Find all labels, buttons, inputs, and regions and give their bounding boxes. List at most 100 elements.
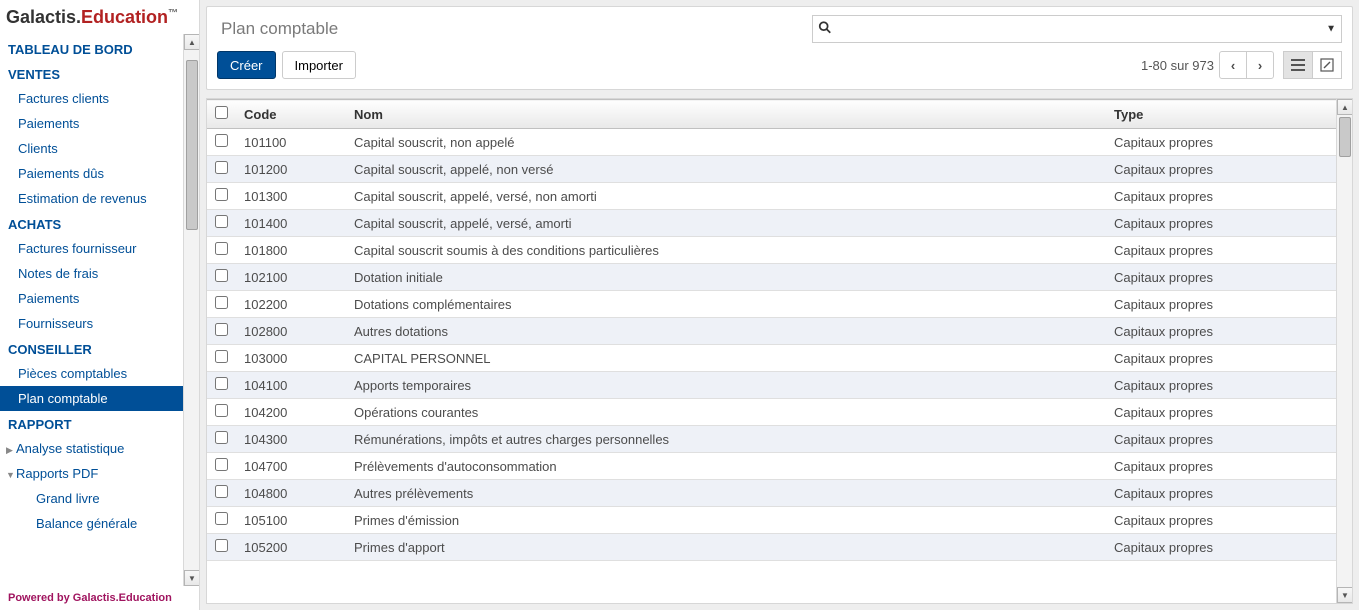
cell-name: Prélèvements d'autoconsommation — [346, 453, 1106, 480]
create-button[interactable]: Créer — [217, 51, 276, 79]
table-row[interactable]: 101200Capital souscrit, appelé, non vers… — [207, 156, 1336, 183]
sidebar-item-paiements-dus[interactable]: Paiements dûs — [0, 161, 199, 186]
table-row[interactable]: 103000CAPITAL PERSONNELCapitaux propres — [207, 345, 1336, 372]
sidebar-item-balance-generale[interactable]: Balance générale — [0, 511, 199, 536]
sidebar-item-estimation-revenus[interactable]: Estimation de revenus — [0, 186, 199, 211]
scroll-down-icon[interactable]: ▼ — [184, 570, 199, 586]
row-checkbox[interactable] — [215, 188, 228, 201]
row-select-cell — [207, 345, 236, 372]
row-checkbox[interactable] — [215, 269, 228, 282]
pager-next-button[interactable]: › — [1246, 51, 1274, 79]
scroll-up-icon[interactable]: ▲ — [1337, 99, 1353, 115]
nav-heading-dashboard[interactable]: TABLEAU DE BORD — [0, 36, 199, 61]
row-checkbox[interactable] — [215, 323, 228, 336]
table-row[interactable]: 104100Apports temporairesCapitaux propre… — [207, 372, 1336, 399]
column-header-type[interactable]: Type — [1106, 100, 1336, 129]
cell-code: 101200 — [236, 156, 346, 183]
table-row[interactable]: 102200Dotations complémentairesCapitaux … — [207, 291, 1336, 318]
caret-down-icon: ▼ — [6, 470, 16, 480]
cell-type: Capitaux propres — [1106, 291, 1336, 318]
cell-name: Dotations complémentaires — [346, 291, 1106, 318]
table-row[interactable]: 101100Capital souscrit, non appeléCapita… — [207, 129, 1336, 156]
import-button[interactable]: Importer — [282, 51, 356, 79]
table-row[interactable]: 104200Opérations courantesCapitaux propr… — [207, 399, 1336, 426]
scrollbar-thumb[interactable] — [186, 60, 198, 230]
row-select-cell — [207, 318, 236, 345]
row-checkbox[interactable] — [215, 296, 228, 309]
table-row[interactable]: 101300Capital souscrit, appelé, versé, n… — [207, 183, 1336, 210]
sidebar-item-label: Analyse statistique — [16, 441, 124, 456]
sidebar-item-plan-comptable[interactable]: Plan comptable — [0, 386, 199, 411]
row-select-cell — [207, 453, 236, 480]
sidebar-item-grand-livre[interactable]: Grand livre — [0, 486, 199, 511]
row-checkbox[interactable] — [215, 215, 228, 228]
control-panel: Plan comptable ▼ Créer Importer 1-80 sur… — [206, 6, 1353, 90]
cell-name: Primes d'émission — [346, 507, 1106, 534]
sidebar-item-paiements-ventes[interactable]: Paiements — [0, 111, 199, 136]
search-dropdown-icon[interactable]: ▼ — [1326, 24, 1336, 35]
sidebar-item-factures-clients[interactable]: Factures clients — [0, 86, 199, 111]
row-checkbox[interactable] — [215, 161, 228, 174]
row-checkbox[interactable] — [215, 539, 228, 552]
table-row[interactable]: 104700Prélèvements d'autoconsommationCap… — [207, 453, 1336, 480]
sidebar-item-rapports-pdf[interactable]: ▼Rapports PDF — [0, 461, 199, 486]
table-row[interactable]: 104800Autres prélèvementsCapitaux propre… — [207, 480, 1336, 507]
sidebar: Galactis.Education™ TABLEAU DE BORD VENT… — [0, 0, 200, 610]
scroll-up-icon[interactable]: ▲ — [184, 34, 199, 50]
sidebar-item-label: Rapports PDF — [16, 466, 98, 481]
cell-type: Capitaux propres — [1106, 453, 1336, 480]
sidebar-item-factures-fournisseur[interactable]: Factures fournisseur — [0, 236, 199, 261]
search-input[interactable] — [812, 15, 1342, 43]
scroll-down-icon[interactable]: ▼ — [1337, 587, 1353, 603]
cell-type: Capitaux propres — [1106, 156, 1336, 183]
row-select-cell — [207, 507, 236, 534]
row-checkbox[interactable] — [215, 350, 228, 363]
row-checkbox[interactable] — [215, 377, 228, 390]
cell-code: 104700 — [236, 453, 346, 480]
table-scrollbar[interactable]: ▲ ▼ — [1336, 99, 1352, 603]
table-row[interactable]: 101800Capital souscrit soumis à des cond… — [207, 237, 1336, 264]
row-checkbox[interactable] — [215, 485, 228, 498]
sidebar-item-fournisseurs[interactable]: Fournisseurs — [0, 311, 199, 336]
row-checkbox[interactable] — [215, 134, 228, 147]
select-all-checkbox[interactable] — [215, 106, 228, 119]
cell-type: Capitaux propres — [1106, 264, 1336, 291]
view-list-button[interactable] — [1283, 51, 1313, 79]
footer-powered-by[interactable]: Powered by Galactis.Education — [0, 586, 199, 610]
row-select-cell — [207, 183, 236, 210]
cell-type: Capitaux propres — [1106, 426, 1336, 453]
row-checkbox[interactable] — [215, 431, 228, 444]
row-checkbox[interactable] — [215, 512, 228, 525]
scrollbar-thumb[interactable] — [1339, 117, 1351, 157]
cell-code: 101100 — [236, 129, 346, 156]
sidebar-item-paiements-achats[interactable]: Paiements — [0, 286, 199, 311]
column-header-code[interactable]: Code — [236, 100, 346, 129]
sidebar-item-clients[interactable]: Clients — [0, 136, 199, 161]
sidebar-item-pieces-comptables[interactable]: Pièces comptables — [0, 361, 199, 386]
sidebar-item-analyse-statistique[interactable]: ▶Analyse statistique — [0, 436, 199, 461]
cell-type: Capitaux propres — [1106, 129, 1336, 156]
column-header-name[interactable]: Nom — [346, 100, 1106, 129]
row-checkbox[interactable] — [215, 242, 228, 255]
cell-type: Capitaux propres — [1106, 210, 1336, 237]
table-row[interactable]: 105100Primes d'émissionCapitaux propres — [207, 507, 1336, 534]
pager-prev-button[interactable]: ‹ — [1219, 51, 1247, 79]
cell-type: Capitaux propres — [1106, 183, 1336, 210]
row-select-cell — [207, 534, 236, 561]
pager-text: 1-80 sur 973 — [1141, 58, 1214, 73]
table-row[interactable]: 102800Autres dotationsCapitaux propres — [207, 318, 1336, 345]
row-checkbox[interactable] — [215, 404, 228, 417]
table-row[interactable]: 101400Capital souscrit, appelé, versé, a… — [207, 210, 1336, 237]
table-row[interactable]: 102100Dotation initialeCapitaux propres — [207, 264, 1336, 291]
row-checkbox[interactable] — [215, 458, 228, 471]
cell-name: Autres prélèvements — [346, 480, 1106, 507]
table-row[interactable]: 104300Rémunérations, impôts et autres ch… — [207, 426, 1336, 453]
sidebar-item-notes-frais[interactable]: Notes de frais — [0, 261, 199, 286]
sidebar-scrollbar[interactable]: ▲ ▼ — [183, 34, 199, 586]
row-select-cell — [207, 291, 236, 318]
table-row[interactable]: 105200Primes d'apportCapitaux propres — [207, 534, 1336, 561]
cell-type: Capitaux propres — [1106, 534, 1336, 561]
view-form-button[interactable] — [1312, 51, 1342, 79]
edit-icon — [1320, 58, 1334, 72]
nav-heading-rapport: RAPPORT — [0, 411, 199, 436]
